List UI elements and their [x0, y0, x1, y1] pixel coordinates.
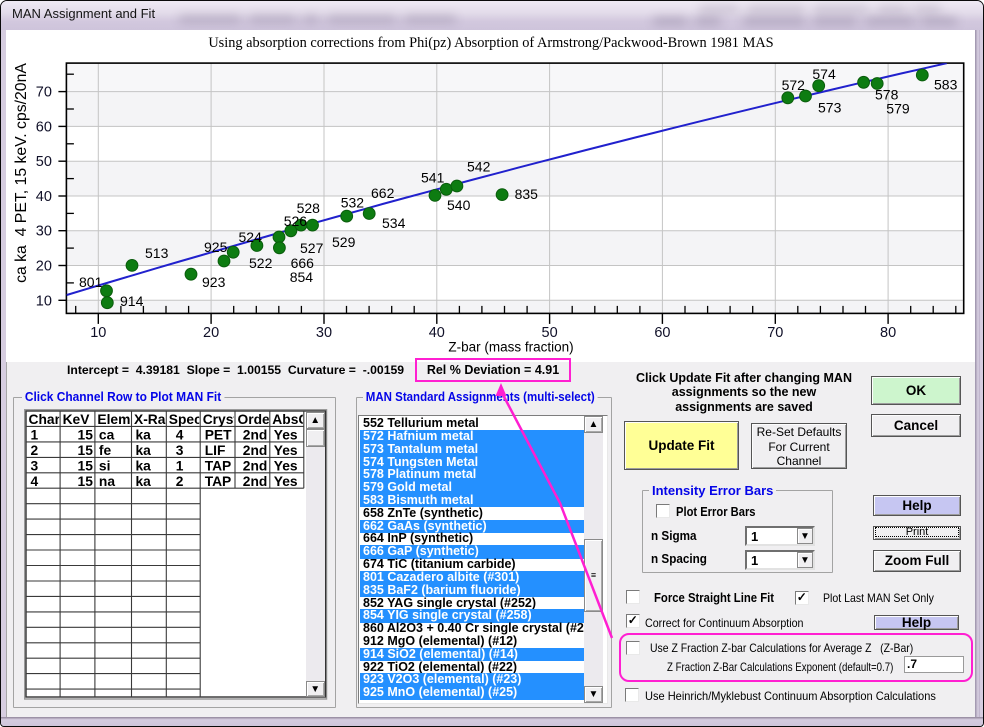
svg-text:4: 4: [31, 474, 39, 489]
svg-text:Elem: Elem: [97, 412, 130, 427]
svg-text:15: 15: [78, 474, 94, 489]
svg-text:532: 532: [341, 195, 365, 211]
svg-text:40: 40: [36, 189, 52, 205]
svg-text:Spec: Spec: [169, 412, 202, 427]
svg-text:2nd: 2nd: [243, 427, 268, 442]
svg-text:541: 541: [421, 170, 445, 186]
svg-text:1: 1: [31, 427, 39, 442]
svg-text:529: 529: [332, 234, 356, 250]
svg-text:70: 70: [767, 325, 783, 341]
svg-text:70: 70: [36, 85, 52, 101]
svg-text:X-Ra: X-Ra: [134, 412, 166, 427]
svg-text:10: 10: [36, 293, 52, 309]
svg-text:ca ka 4 PET, 15 keV. cps/20nA: ca ka 4 PET, 15 keV. cps/20nA: [13, 63, 30, 283]
svg-text:40: 40: [429, 325, 445, 341]
svg-text:854: 854: [290, 269, 314, 285]
svg-text:3: 3: [31, 458, 39, 473]
svg-text:2: 2: [176, 474, 184, 489]
svg-text:2: 2: [31, 443, 39, 458]
svg-text:573: 573: [818, 100, 842, 116]
svg-text:LIF: LIF: [205, 443, 226, 458]
svg-text:522: 522: [249, 255, 273, 271]
svg-text:2nd: 2nd: [243, 458, 268, 473]
svg-text:ka: ka: [136, 427, 152, 442]
svg-text:528: 528: [297, 200, 321, 216]
svg-text:Yes: Yes: [274, 458, 298, 473]
svg-text:527: 527: [300, 240, 324, 256]
svg-text:579: 579: [886, 101, 910, 117]
svg-text:923: 923: [202, 274, 226, 290]
svg-text:60: 60: [36, 119, 52, 135]
svg-text:na: na: [99, 474, 115, 489]
svg-text:15: 15: [78, 427, 94, 442]
svg-text:TAP: TAP: [205, 458, 232, 473]
svg-text:574: 574: [812, 66, 836, 82]
svg-text:TAP: TAP: [205, 474, 232, 489]
svg-text:524: 524: [239, 229, 263, 245]
svg-text:Chan: Chan: [29, 412, 64, 427]
svg-text:1: 1: [176, 458, 184, 473]
svg-text:60: 60: [654, 325, 670, 341]
svg-text:542: 542: [467, 159, 491, 175]
svg-text:835: 835: [515, 186, 539, 202]
svg-text:801: 801: [79, 274, 103, 290]
svg-text:15: 15: [78, 443, 94, 458]
svg-text:4: 4: [176, 427, 184, 442]
svg-text:Cryst: Cryst: [203, 412, 239, 427]
svg-text:ka: ka: [136, 443, 152, 458]
svg-text:Yes: Yes: [274, 443, 298, 458]
svg-text:20: 20: [36, 259, 52, 275]
svg-text:Yes: Yes: [274, 427, 298, 442]
svg-text:KeV: KeV: [63, 412, 91, 427]
svg-text:80: 80: [880, 325, 896, 341]
svg-text:572: 572: [782, 77, 806, 93]
svg-text:2nd: 2nd: [243, 443, 268, 458]
svg-text:662: 662: [371, 185, 395, 201]
svg-text:ka: ka: [136, 474, 152, 489]
svg-text:PET: PET: [205, 427, 232, 442]
svg-text:50: 50: [36, 154, 52, 170]
svg-text:583: 583: [934, 77, 958, 93]
svg-text:15: 15: [78, 458, 94, 473]
svg-text:10: 10: [90, 325, 106, 341]
svg-text:534: 534: [382, 215, 406, 231]
svg-text:Using absorption corrections f: Using absorption corrections from Phi(pz…: [208, 35, 773, 51]
svg-text:2nd: 2nd: [243, 474, 268, 489]
svg-text:914: 914: [120, 293, 144, 309]
svg-text:20: 20: [203, 325, 219, 341]
svg-text:fe: fe: [99, 443, 112, 458]
svg-text:925: 925: [204, 239, 228, 255]
svg-text:30: 30: [36, 224, 52, 240]
svg-text:3: 3: [176, 443, 184, 458]
svg-text:si: si: [99, 458, 111, 473]
svg-text:Z-bar (mass fraction): Z-bar (mass fraction): [448, 339, 573, 354]
svg-text:ca: ca: [99, 427, 115, 442]
svg-text:513: 513: [145, 245, 169, 261]
svg-text:30: 30: [316, 325, 332, 341]
svg-text:ka: ka: [136, 458, 152, 473]
svg-text:540: 540: [447, 197, 471, 213]
svg-text:Yes: Yes: [274, 474, 298, 489]
